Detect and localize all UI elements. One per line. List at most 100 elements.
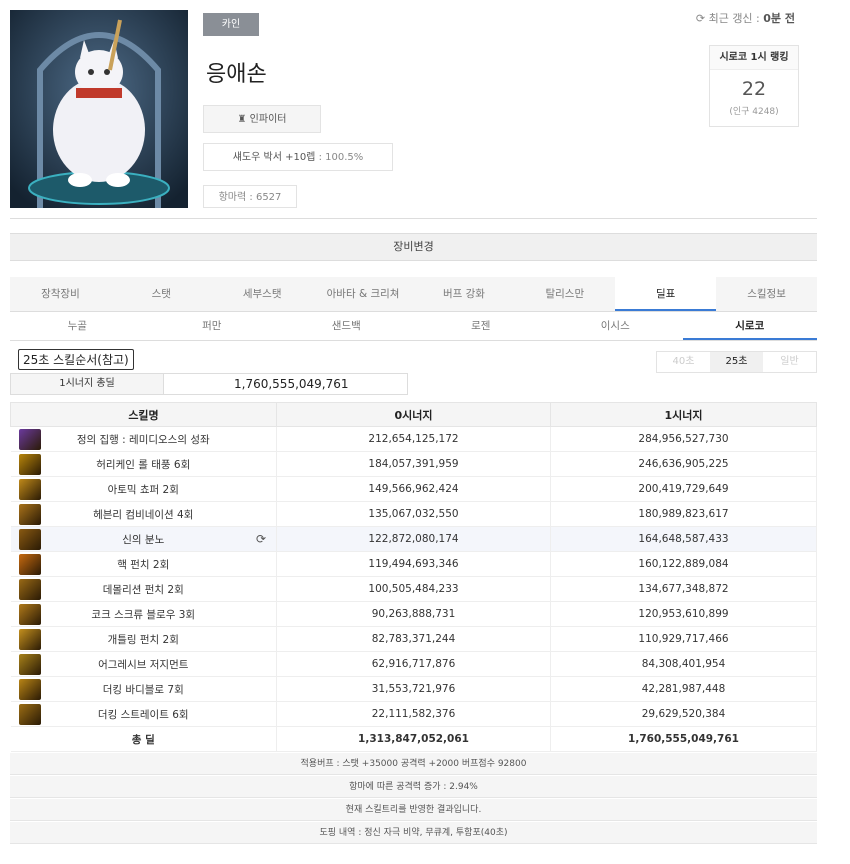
total-s1: 1,760,555,049,761 bbox=[550, 726, 817, 752]
col-syn0: 0시너지 bbox=[276, 402, 551, 427]
tab-3[interactable]: 아바타 & 크리쳐 bbox=[313, 277, 414, 311]
skill-name: 어그레시브 저지먼트 bbox=[98, 658, 189, 671]
subtab-5[interactable]: 시로코 bbox=[682, 313, 817, 340]
syn0-value: 184,057,391,959 bbox=[276, 451, 551, 477]
table-row: 신의 분노 ⟳ 122,872,080,174 164,648,587,433 bbox=[10, 526, 817, 552]
info-note: 항마에 따른 공격력 증가 : 2.94% bbox=[10, 776, 817, 798]
skill-icon bbox=[18, 679, 41, 700]
main-tabs: 장착장비 스탯 세부스탯 아바타 & 크리쳐 버프 강화 탈리스만 딜표 스킬정보 bbox=[10, 277, 817, 312]
weapon-sub: 100.5% bbox=[325, 152, 364, 163]
syn0-value: 119,494,693,346 bbox=[276, 551, 551, 577]
skill-name: 신의 분노 bbox=[122, 533, 165, 546]
total-row: 총 딜 1,313,847,052,061 1,760,555,049,761 bbox=[10, 726, 817, 752]
time-tabs: 40초 25초 일반 bbox=[656, 351, 817, 373]
skill-icon bbox=[18, 604, 41, 625]
syn0-value: 149,566,962,424 bbox=[276, 476, 551, 502]
last-update[interactable]: ⟳ 최근 갱신 : 0분 전 bbox=[696, 10, 795, 26]
subtab-2[interactable]: 샌드백 bbox=[279, 313, 414, 340]
equip-change-button[interactable]: 장비변경 bbox=[10, 233, 817, 261]
skill-name: 개틀링 펀치 2회 bbox=[107, 633, 179, 646]
table-row: 헤븐리 컴비네이션 4회 135,067,032,550 180,989,823,6… bbox=[10, 501, 817, 527]
skill-order-button[interactable]: 25초 스킬순서(참고) bbox=[18, 349, 134, 370]
server-badge: 카인 bbox=[203, 13, 259, 36]
skill-icon bbox=[18, 454, 41, 475]
subtab-1[interactable]: 퍼만 bbox=[145, 313, 280, 340]
syn0-value: 100,505,484,233 bbox=[276, 576, 551, 602]
skill-icon bbox=[18, 654, 41, 675]
tab-0[interactable]: 장착장비 bbox=[10, 277, 111, 311]
tab-5[interactable]: 탈리스만 bbox=[514, 277, 615, 311]
table-row: 허리케인 롤 태풍 6회 184,057,391,959 246,636,905,2… bbox=[10, 451, 817, 477]
subtab-3[interactable]: 로젠 bbox=[414, 313, 549, 340]
info-note: 도핑 내역 : 정신 자극 비약, 무큐계, 투함포(40초) bbox=[10, 822, 817, 844]
syn1-value: 29,629,520,384 bbox=[550, 701, 817, 727]
job-box: ♜ 인파이터 bbox=[203, 105, 321, 133]
syn0-value: 31,553,721,976 bbox=[276, 676, 551, 702]
syn1-value: 42,281,987,448 bbox=[550, 676, 817, 702]
syn1-value: 284,956,527,730 bbox=[550, 426, 817, 452]
table-row: 코크 스크류 블로우 3회 90,263,888,731 120,953,610,8… bbox=[10, 601, 817, 627]
adven-value: 6527 bbox=[255, 192, 282, 203]
weapon-name: 섀도우 박서 +10렙 bbox=[232, 152, 316, 163]
refresh-icon[interactable]: ⟳ bbox=[256, 532, 266, 546]
table-row: 데몰리션 펀치 2회 100,505,484,233 134,677,348,872 bbox=[10, 576, 817, 602]
refresh-icon[interactable]: ⟳ bbox=[696, 12, 705, 25]
syn1-value: 164,648,587,433 bbox=[550, 526, 817, 552]
weapon-box: 섀도우 박서 +10렙 : 100.5% bbox=[203, 143, 393, 171]
table-row: 정의 집행 : 레미디오스의 성좌 212,654,125,172 284,956,… bbox=[10, 426, 817, 452]
skill-cell: 어그레시브 저지먼트 bbox=[10, 651, 277, 677]
tab-4[interactable]: 버프 강화 bbox=[414, 277, 515, 311]
skill-cell: 데몰리션 펀치 2회 bbox=[10, 576, 277, 602]
skill-cell: 핵 펀치 2회 bbox=[10, 551, 277, 577]
syn0-value: 82,783,371,244 bbox=[276, 626, 551, 652]
syn0-value: 22,111,582,376 bbox=[276, 701, 551, 727]
time-tab-0[interactable]: 40초 bbox=[657, 352, 710, 372]
ranking-population: (인구 4248) bbox=[729, 107, 779, 117]
syn0-value: 122,872,080,174 bbox=[276, 526, 551, 552]
syn1-value: 110,929,717,466 bbox=[550, 626, 817, 652]
skill-cell: 더킹 스트레이트 6회 bbox=[10, 701, 277, 727]
total-name: 총 딜 bbox=[10, 726, 277, 752]
time-tab-2[interactable]: 일반 bbox=[763, 352, 816, 372]
syn0-value: 135,067,032,550 bbox=[276, 501, 551, 527]
adven-box: 항마력 : 6527 bbox=[203, 185, 297, 208]
skill-cell: 개틀링 펀치 2회 bbox=[10, 626, 277, 652]
tab-1[interactable]: 스탯 bbox=[111, 277, 212, 311]
subtab-0[interactable]: 누골 bbox=[10, 313, 145, 340]
skill-name: 더킹 스트레이트 6회 bbox=[97, 708, 189, 721]
skill-icon bbox=[18, 629, 41, 650]
skill-cell: 신의 분노 ⟳ bbox=[10, 526, 277, 552]
skill-icon bbox=[18, 504, 41, 525]
skill-cell: 아토믹 쵸퍼 2회 bbox=[10, 476, 277, 502]
table-row: 아토믹 쵸퍼 2회 149,566,962,424 200,419,729,649 bbox=[10, 476, 817, 502]
skill-name: 핵 펀치 2회 bbox=[117, 558, 170, 571]
skill-name: 코크 스크류 블로우 3회 bbox=[91, 608, 196, 621]
synergy-total: 1시너지 총딜 1,760,555,049,761 bbox=[10, 373, 408, 395]
synergy-label: 1시너지 총딜 bbox=[11, 374, 164, 394]
skill-icon bbox=[18, 479, 41, 500]
tab-7[interactable]: 스킬정보 bbox=[716, 277, 817, 311]
skill-cell: 정의 집행 : 레미디오스의 성좌 bbox=[10, 426, 277, 452]
subtab-4[interactable]: 이시스 bbox=[548, 313, 683, 340]
syn0-value: 62,916,717,876 bbox=[276, 651, 551, 677]
syn0-value: 212,654,125,172 bbox=[276, 426, 551, 452]
job-icon: ♜ bbox=[237, 114, 247, 125]
table-row: 더킹 스트레이트 6회 22,111,582,376 29,629,520,384 bbox=[10, 701, 817, 727]
table-row: 더킹 바디블로 7회 31,553,721,976 42,281,987,448 bbox=[10, 676, 817, 702]
dungeon-tabs: 누골 퍼만 샌드백 로젠 이시스 시로코 bbox=[10, 313, 817, 341]
ranking-box: 시로코 1시 랭킹 22 (인구 4248) bbox=[709, 45, 799, 127]
character-portrait bbox=[10, 10, 188, 208]
time-tab-1[interactable]: 25초 bbox=[710, 352, 763, 372]
skill-cell: 허리케인 롤 태풍 6회 bbox=[10, 451, 277, 477]
divider bbox=[10, 218, 817, 219]
character-illustration bbox=[10, 10, 188, 208]
syn1-value: 180,989,823,617 bbox=[550, 501, 817, 527]
syn1-value: 200,419,729,649 bbox=[550, 476, 817, 502]
syn1-value: 120,953,610,899 bbox=[550, 601, 817, 627]
update-value: 0분 전 bbox=[763, 12, 795, 25]
skill-cell: 더킹 바디블로 7회 bbox=[10, 676, 277, 702]
tab-2[interactable]: 세부스탯 bbox=[212, 277, 313, 311]
tab-6[interactable]: 딜표 bbox=[615, 277, 717, 311]
table-row: 어그레시브 저지먼트 62,916,717,876 84,308,401,954 bbox=[10, 651, 817, 677]
skill-name: 허리케인 롤 태풍 6회 bbox=[96, 458, 191, 471]
